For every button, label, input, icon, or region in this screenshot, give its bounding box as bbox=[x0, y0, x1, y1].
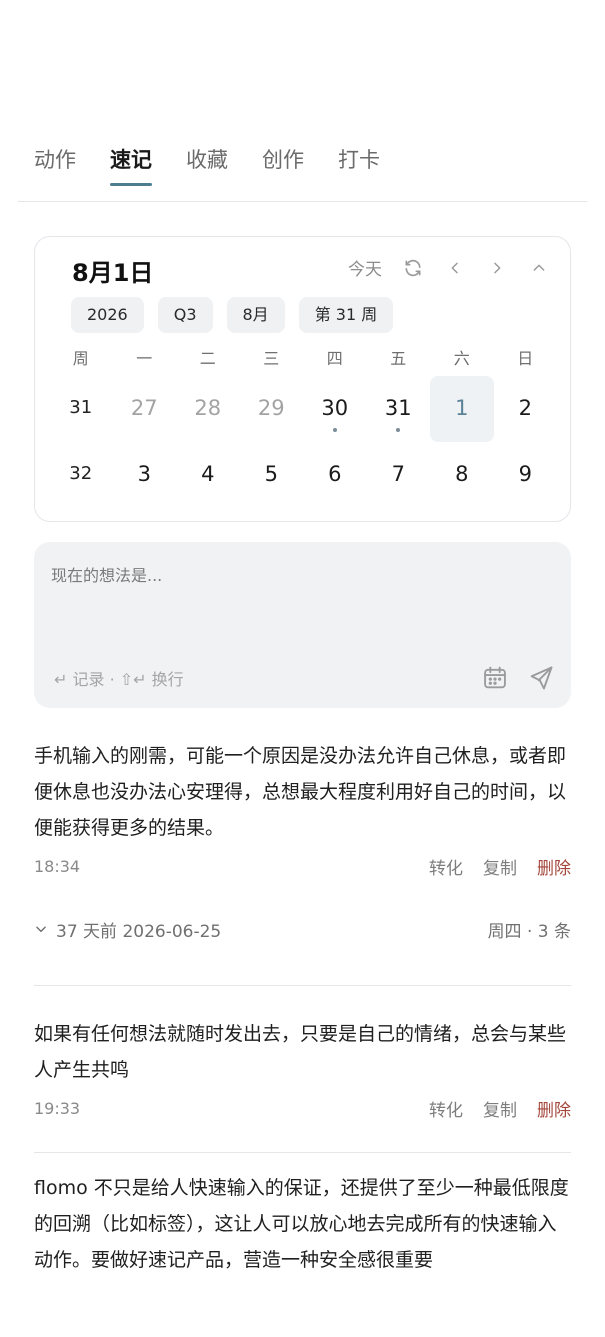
calendar-day[interactable]: 31 bbox=[367, 376, 431, 442]
convert-button[interactable]: 转化 bbox=[429, 854, 463, 879]
year-chip[interactable]: 2026 bbox=[71, 297, 144, 333]
copy-button[interactable]: 复制 bbox=[483, 854, 517, 879]
day-number: 7 bbox=[391, 462, 405, 486]
weekday-header: 一 bbox=[136, 349, 153, 368]
tab-actions[interactable]: 动作 bbox=[34, 140, 76, 186]
day-number: 28 bbox=[194, 396, 222, 420]
tab-quick-notes[interactable]: 速记 bbox=[110, 140, 152, 186]
week-number: 32 bbox=[69, 463, 93, 484]
chevron-down-icon bbox=[36, 926, 46, 933]
calendar-day[interactable]: 6 bbox=[303, 442, 367, 508]
weekday-header: 四 bbox=[326, 349, 343, 368]
convert-button[interactable]: 转化 bbox=[429, 1096, 463, 1121]
memo-meta: 18:34 转化 复制 删除 bbox=[34, 854, 571, 879]
calendar-day[interactable]: 29 bbox=[240, 376, 304, 442]
day-number: 31 bbox=[384, 396, 412, 420]
day-number: 8 bbox=[455, 462, 469, 486]
day-number: 9 bbox=[518, 462, 532, 486]
calendar-day[interactable]: 8 bbox=[430, 442, 494, 508]
calendar-day[interactable]: 9 bbox=[494, 442, 558, 508]
week-chip[interactable]: 第 31 周 bbox=[298, 297, 394, 333]
section-divider bbox=[34, 985, 571, 986]
day-number: 6 bbox=[328, 462, 342, 486]
has-notes-dot bbox=[396, 428, 401, 432]
send-icon[interactable] bbox=[527, 664, 555, 692]
has-notes-dot bbox=[332, 428, 337, 432]
calendar-week-row: 32 3 4 5 6 7 8 9 bbox=[49, 442, 557, 508]
calendar-day[interactable]: 3 bbox=[113, 442, 177, 508]
delete-button[interactable]: 删除 bbox=[537, 854, 571, 879]
day-group-label: 37 天前 2026-06-25 bbox=[56, 921, 222, 942]
quarter-chip[interactable]: Q3 bbox=[157, 297, 213, 333]
memo-editor[interactable]: 现在的想法是... ↵ 记录 · ⇧↵ 换行 bbox=[34, 542, 571, 708]
chevron-up-icon[interactable] bbox=[528, 257, 550, 279]
memo-time: 18:34 bbox=[34, 857, 81, 876]
day-number: 27 bbox=[130, 396, 158, 420]
calendar-icon[interactable] bbox=[481, 664, 509, 692]
month-chip[interactable]: 8月 bbox=[226, 297, 285, 333]
chevron-right-icon[interactable] bbox=[486, 257, 508, 279]
day-group-summary: 周四 · 3 条 bbox=[487, 921, 571, 942]
weekday-header: 五 bbox=[390, 349, 407, 368]
tabs-divider bbox=[18, 201, 587, 202]
day-number: 5 bbox=[264, 462, 278, 486]
delete-button[interactable]: 删除 bbox=[537, 1096, 571, 1121]
calendar-toolbar: 今天 bbox=[348, 255, 550, 280]
calendar-date-title: 8月1日 bbox=[72, 259, 154, 287]
weekday-header-row: 周 一 二 三 四 五 六 日 bbox=[49, 342, 557, 376]
memo-time: 19:33 bbox=[34, 1099, 81, 1118]
day-number: 29 bbox=[257, 396, 285, 420]
tab-checkin[interactable]: 打卡 bbox=[338, 140, 380, 186]
calendar-day-selected[interactable]: 1 bbox=[430, 376, 494, 442]
weekday-header: 二 bbox=[199, 349, 216, 368]
day-number: 30 bbox=[321, 396, 349, 420]
memo-text: 手机输入的刚需，可能一个原因是没办法允许自己休息，或者即便休息也没办法心安理得，… bbox=[34, 745, 567, 839]
day-group-toggle[interactable]: 37 天前 2026-06-25 bbox=[34, 917, 221, 942]
memo-input-placeholder[interactable]: 现在的想法是... bbox=[51, 562, 162, 586]
memo-text: flomo 不只是给人快速输入的保证，还提供了至少一种最低限度的回溯（比如标签）… bbox=[34, 1177, 569, 1271]
calendar-day[interactable]: 4 bbox=[176, 442, 240, 508]
day-number: 4 bbox=[201, 462, 215, 486]
calendar-card: 8月1日 今天 2026 Q3 8月 第 31 周 周 一 二 三 四 五 六 … bbox=[34, 236, 571, 522]
memo-card: 如果有任何想法就随时发出去，只要是自己的情绪，总会与某些人产生共鸣 19:33 … bbox=[34, 1016, 571, 1121]
tab-bar: 动作 速记 收藏 创作 打卡 bbox=[34, 140, 571, 190]
weekday-header: 三 bbox=[263, 349, 280, 368]
day-number: 1 bbox=[455, 396, 469, 420]
calendar-day[interactable]: 5 bbox=[240, 442, 304, 508]
calendar-day[interactable]: 2 bbox=[494, 376, 558, 442]
calendar-grid: 周 一 二 三 四 五 六 日 31 27 28 29 30 31 1 2 32… bbox=[49, 342, 557, 508]
memo-actions: 转化 复制 删除 bbox=[429, 1096, 571, 1121]
tab-favorites[interactable]: 收藏 bbox=[186, 140, 228, 186]
weekday-header: 六 bbox=[453, 349, 470, 368]
memo-card: 手机输入的刚需，可能一个原因是没办法允许自己休息，或者即便休息也没办法心安理得，… bbox=[34, 738, 571, 879]
chevron-left-icon[interactable] bbox=[444, 257, 466, 279]
refresh-icon[interactable] bbox=[402, 257, 424, 279]
memo-card: flomo 不只是给人快速输入的保证，还提供了至少一种最低限度的回溯（比如标签）… bbox=[34, 1170, 571, 1278]
keyboard-hint: ↵ 记录 · ⇧↵ 换行 bbox=[54, 670, 184, 689]
memo-meta: 19:33 转化 复制 删除 bbox=[34, 1096, 571, 1121]
calendar-week-row: 31 27 28 29 30 31 1 2 bbox=[49, 376, 557, 442]
memo-actions: 转化 复制 删除 bbox=[429, 854, 571, 879]
calendar-day[interactable]: 28 bbox=[176, 376, 240, 442]
section-divider bbox=[34, 1152, 571, 1153]
weekday-header: 周 bbox=[72, 349, 89, 368]
calendar-day[interactable]: 27 bbox=[113, 376, 177, 442]
calendar-day[interactable]: 30 bbox=[303, 376, 367, 442]
today-button[interactable]: 今天 bbox=[348, 255, 382, 280]
memo-text: 如果有任何想法就随时发出去，只要是自己的情绪，总会与某些人产生共鸣 bbox=[34, 1023, 567, 1081]
day-group-header[interactable]: 37 天前 2026-06-25 周四 · 3 条 bbox=[34, 914, 571, 944]
tab-create[interactable]: 创作 bbox=[262, 140, 304, 186]
period-chips: 2026 Q3 8月 第 31 周 bbox=[71, 297, 394, 333]
week-number: 31 bbox=[69, 397, 93, 418]
copy-button[interactable]: 复制 bbox=[483, 1096, 517, 1121]
day-number: 2 bbox=[518, 396, 532, 420]
weekday-header: 日 bbox=[517, 349, 534, 368]
calendar-day[interactable]: 7 bbox=[367, 442, 431, 508]
day-number: 3 bbox=[137, 462, 151, 486]
